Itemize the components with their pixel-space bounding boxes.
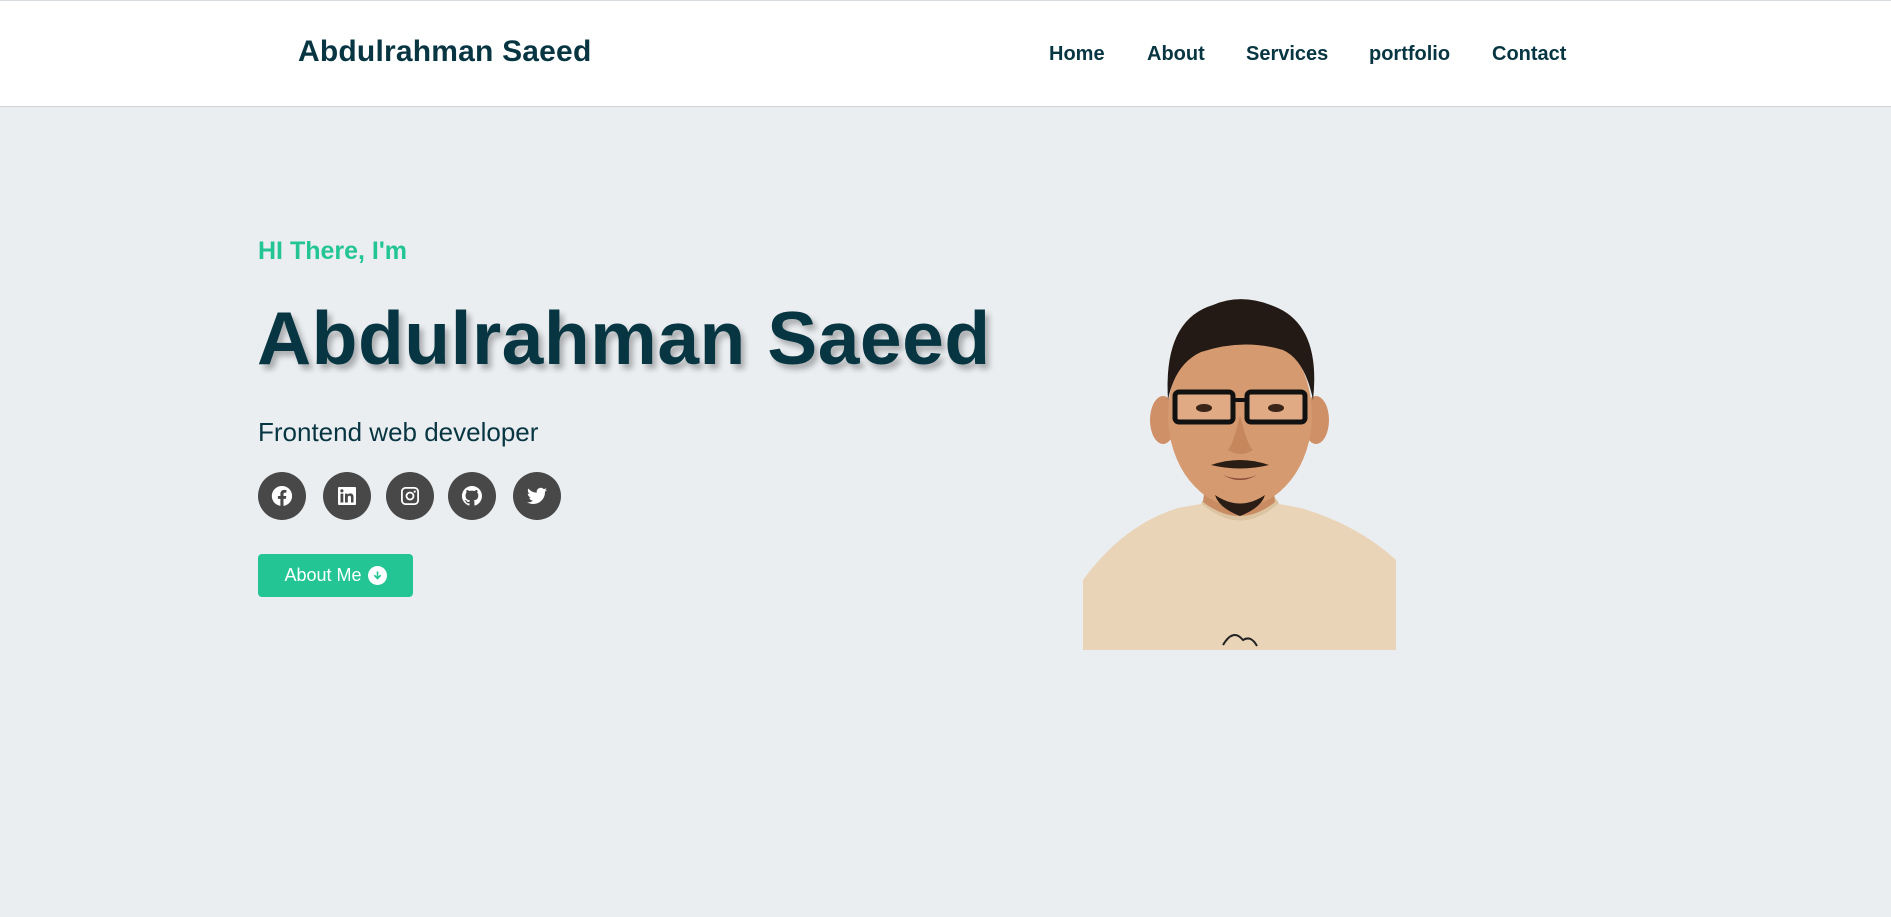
linkedin-link[interactable] [323,472,371,520]
instagram-icon [401,487,419,505]
social-links [258,472,578,520]
twitter-icon [527,487,547,505]
arrow-circle-down-icon [367,566,387,585]
nav-link-services[interactable]: Services [1246,43,1328,66]
nav-link-contact[interactable]: Contact [1492,43,1566,66]
nav-link-portfolio[interactable]: portfolio [1369,43,1450,66]
github-link[interactable] [448,472,496,520]
instagram-link[interactable] [386,472,434,520]
twitter-link[interactable] [513,472,561,520]
profile-portrait [1083,290,1396,650]
nav-link-home[interactable]: Home [1049,43,1105,66]
github-icon [461,485,482,506]
about-me-label: About Me [284,565,362,585]
linkedin-icon [338,487,356,505]
hero-greeting: HI There, I'm [258,237,408,265]
profile-photo [1083,290,1396,650]
navbar: Abdulrahman Saeed Home About Services po… [0,0,1891,107]
about-me-button[interactable]: About Me [258,554,413,597]
nav-links: Home About Services portfolio Contact [0,43,1891,71]
facebook-link[interactable] [258,472,306,520]
facebook-icon [271,485,293,506]
hero-name: Abdulrahman Saeed [257,296,991,380]
nav-link-about[interactable]: About [1147,43,1205,66]
hero-role: Frontend web developer [258,417,539,447]
